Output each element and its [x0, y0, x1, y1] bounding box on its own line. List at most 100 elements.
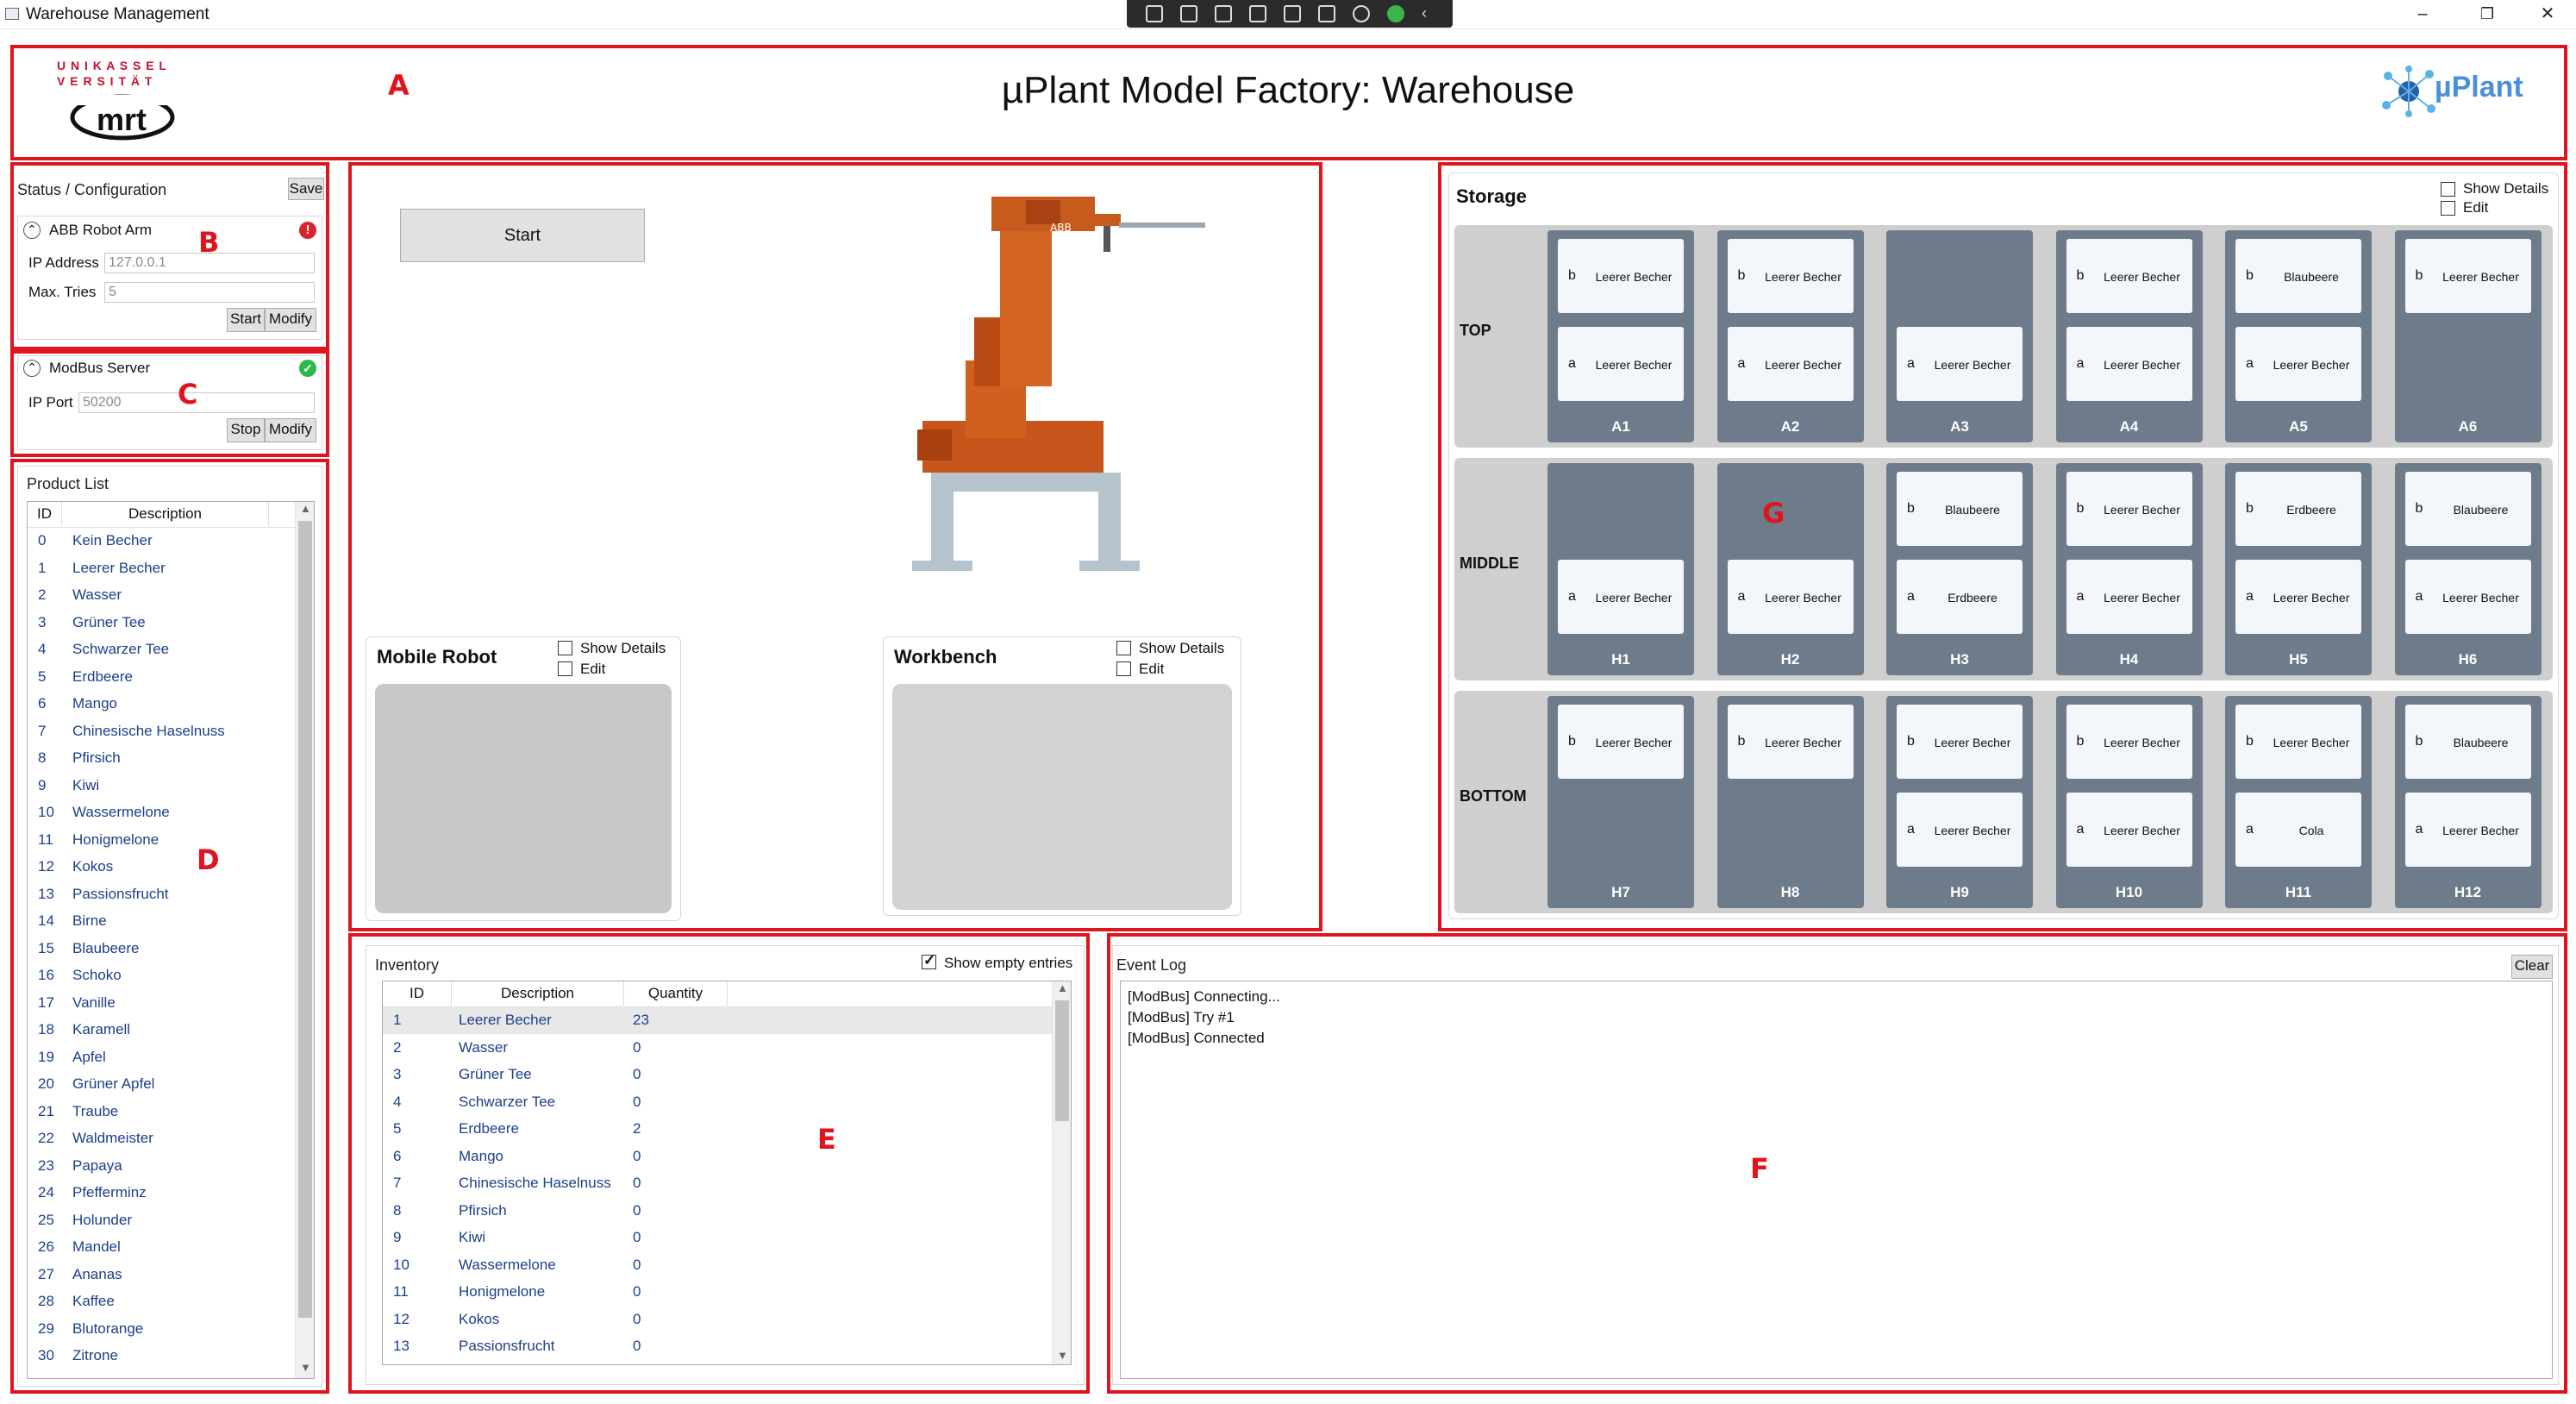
col-id-header[interactable]: ID — [28, 502, 62, 526]
inventory-row[interactable]: 12 Kokos 0 — [383, 1307, 1052, 1333]
product-row[interactable]: 15 Blaubeere — [28, 936, 295, 962]
workbench-show-details-checkbox[interactable] — [1116, 641, 1131, 655]
product-row[interactable]: 16 Schoko — [28, 962, 295, 989]
mobile-robot-edit-checkbox[interactable] — [558, 661, 572, 676]
inventory-row[interactable]: 2 Wasser 0 — [383, 1035, 1052, 1062]
product-row[interactable]: 30 Zitrone — [28, 1343, 295, 1370]
storage-slot[interactable]: b Leerer Becher a Leerer Becher A2 — [1716, 230, 1864, 442]
tray-a[interactable]: a Cola — [2235, 793, 2361, 867]
tray-a[interactable]: a Leerer Becher — [2404, 560, 2531, 634]
inventory-list[interactable]: ID Description Quantity 1 Leerer Becher 23… — [382, 981, 1072, 1365]
mobile-robot-show-details-checkbox[interactable] — [558, 641, 572, 655]
product-row[interactable]: 24 Pfefferminz — [28, 1180, 295, 1207]
product-row[interactable]: 14 Birne — [28, 908, 295, 935]
collapse-chevron-icon[interactable]: ⌃ — [23, 222, 41, 239]
scroll-thumb[interactable] — [1055, 1000, 1069, 1121]
tray-b[interactable]: b Leerer Becher — [1558, 239, 1684, 313]
inventory-row[interactable]: 6 Mango 0 — [383, 1144, 1052, 1170]
scroll-thumb[interactable] — [298, 521, 312, 1318]
collapse-chevron-icon[interactable]: ⌃ — [23, 360, 41, 377]
storage-slot[interactable]: a Leerer Becher A3 — [1886, 230, 2033, 442]
product-row[interactable]: 8 Pfirsich — [28, 745, 295, 772]
product-row[interactable]: 7 Chinesische Haselnuss — [28, 718, 295, 745]
tray-b[interactable]: b Leerer Becher — [2066, 239, 2192, 313]
product-row[interactable]: 11 Honigmelone — [28, 827, 295, 854]
product-row[interactable]: 21 Traube — [28, 1099, 295, 1125]
product-row[interactable]: 3 Grüner Tee — [28, 610, 295, 636]
video-icon[interactable] — [1180, 5, 1197, 22]
storage-slot[interactable]: a Leerer Becher H2 — [1716, 463, 1864, 675]
scroll-up-icon[interactable]: ▲ — [1057, 981, 1068, 994]
tray-b[interactable]: b Blaubeere — [2235, 239, 2361, 313]
start-button[interactable]: Start — [400, 209, 645, 262]
tray-b[interactable]: b Blaubeere — [1897, 472, 2023, 546]
product-row[interactable]: 2 Wasser — [28, 582, 295, 609]
product-row[interactable]: 28 Kaffee — [28, 1288, 295, 1315]
col-desc-header[interactable]: Description — [62, 502, 269, 526]
product-row[interactable]: 1 Leerer Becher — [28, 555, 295, 582]
show-empty-checkbox[interactable] — [922, 952, 936, 969]
inventory-row[interactable]: 5 Erdbeere 2 — [383, 1116, 1052, 1143]
robot-start-button[interactable]: Start — [227, 308, 265, 332]
product-row[interactable]: 22 Waldmeister — [28, 1125, 295, 1152]
tray-a[interactable]: a Leerer Becher — [1727, 327, 1854, 401]
inventory-row[interactable]: 11 Honigmelone 0 — [383, 1279, 1052, 1306]
maximize-button[interactable]: ❐ — [2461, 2, 2513, 28]
product-row[interactable]: 23 Papaya — [28, 1153, 295, 1180]
tray-a[interactable]: a Leerer Becher — [2066, 793, 2192, 867]
product-row[interactable]: 12 Kokos — [28, 854, 295, 881]
tray-b[interactable]: b Leerer Becher — [2404, 239, 2531, 313]
product-list-scrollbar[interactable]: ▲ ▼ — [295, 502, 314, 1378]
minimize-button[interactable]: – — [2397, 2, 2448, 28]
event-log-output[interactable]: [ModBus] Connecting... [ModBus] Try #1 [Mo… — [1120, 981, 2553, 1379]
inv-col-id-header[interactable]: ID — [383, 981, 452, 1006]
storage-slot[interactable]: b Leerer Becher a Leerer Becher H4 — [2055, 463, 2203, 675]
tray-b[interactable]: b Leerer Becher — [1558, 705, 1684, 779]
product-row[interactable]: 0 Kein Becher — [28, 528, 295, 555]
storage-slot[interactable]: b Blaubeere a Leerer Becher A5 — [2225, 230, 2372, 442]
check-icon[interactable] — [1387, 5, 1404, 22]
inventory-row[interactable]: 13 Passionsfrucht 0 — [383, 1333, 1052, 1360]
robot-modify-button[interactable]: Modify — [265, 308, 316, 332]
tray-a[interactable]: a Leerer Becher — [2235, 560, 2361, 634]
product-row[interactable]: 26 Mandel — [28, 1234, 295, 1261]
storage-slot[interactable]: b Erdbeere a Leerer Becher H5 — [2225, 463, 2372, 675]
select-element-icon[interactable] — [1215, 5, 1232, 22]
tray-a[interactable]: a Leerer Becher — [1897, 793, 2023, 867]
product-row[interactable]: 18 Karamell — [28, 1017, 295, 1044]
tray-a[interactable]: a Erdbeere — [1897, 560, 2023, 634]
inventory-row[interactable]: 4 Schwarzer Tee 0 — [383, 1089, 1052, 1116]
inv-col-desc-header[interactable]: Description — [452, 981, 624, 1006]
inventory-row[interactable]: 8 Pfirsich 0 — [383, 1198, 1052, 1225]
tray-a[interactable]: a Leerer Becher — [1558, 560, 1684, 634]
accessibility-icon[interactable] — [1353, 5, 1370, 22]
storage-slot[interactable]: b Leerer Becher a Leerer Becher H10 — [2055, 696, 2203, 908]
max-tries-input[interactable]: 5 — [104, 282, 315, 303]
tray-b[interactable]: b Leerer Becher — [2066, 705, 2192, 779]
inventory-row[interactable]: 3 Grüner Tee 0 — [383, 1062, 1052, 1088]
storage-slot[interactable]: b Blaubeere a Erdbeere H3 — [1886, 463, 2033, 675]
save-button[interactable]: Save — [288, 178, 324, 200]
inventory-row[interactable]: 1 Leerer Becher 23 — [383, 1007, 1052, 1034]
storage-slot[interactable]: a Leerer Becher H1 — [1547, 463, 1694, 675]
tray-a[interactable]: a Leerer Becher — [2066, 327, 2192, 401]
product-row[interactable]: 6 Mango — [28, 691, 295, 718]
product-row[interactable]: 29 Blutorange — [28, 1316, 295, 1343]
tray-b[interactable]: b Blaubeere — [2404, 705, 2531, 779]
product-row[interactable]: 19 Apfel — [28, 1044, 295, 1071]
storage-slot[interactable]: b Blaubeere a Leerer Becher H6 — [2394, 463, 2542, 675]
storage-slot[interactable]: b Leerer Becher a Leerer Becher A1 — [1547, 230, 1694, 442]
tray-a[interactable]: a Leerer Becher — [1897, 327, 2023, 401]
tray-b[interactable]: b Erdbeere — [2235, 472, 2361, 546]
inventory-row[interactable]: 7 Chinesische Haselnuss 0 — [383, 1170, 1052, 1197]
scroll-up-icon[interactable]: ▲ — [300, 502, 311, 515]
inventory-scrollbar[interactable]: ▲ ▼ — [1052, 981, 1071, 1364]
layout-icon[interactable] — [1249, 5, 1266, 22]
product-row[interactable]: 4 Schwarzer Tee — [28, 636, 295, 663]
storage-slot[interactable]: b Leerer Becher a Leerer Becher H9 — [1886, 696, 2033, 908]
tray-b[interactable]: b Leerer Becher — [2235, 705, 2361, 779]
tray-a[interactable]: a Leerer Becher — [2404, 793, 2531, 867]
workbench-edit-checkbox[interactable] — [1116, 661, 1131, 676]
product-row[interactable]: 13 Passionsfrucht — [28, 881, 295, 908]
modbus-stop-button[interactable]: Stop — [227, 418, 265, 442]
